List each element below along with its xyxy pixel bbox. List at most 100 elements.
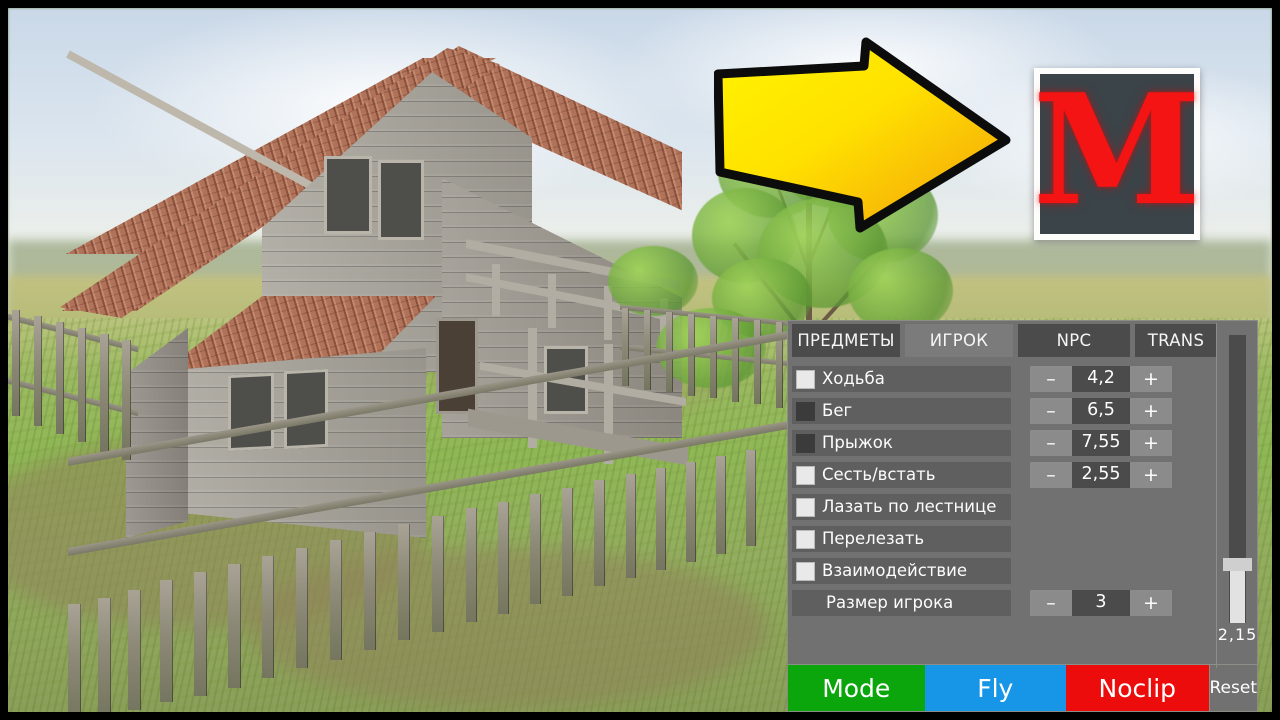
tab-label: ПРЕДМЕТЫ — [797, 331, 895, 350]
increment-button[interactable]: + — [1130, 590, 1172, 616]
fence-pale — [686, 462, 696, 562]
fence-pale — [78, 328, 86, 442]
row-text: Прыжок — [822, 432, 893, 452]
fence-pale — [746, 450, 756, 546]
increment-button[interactable]: + — [1130, 398, 1172, 424]
row-text: Взаимодействие — [822, 560, 968, 580]
fence-pale — [656, 468, 666, 570]
fence-pale — [594, 480, 605, 586]
row-label-crouch[interactable]: Сесть/встать — [792, 462, 1011, 488]
fly-button[interactable]: Fly — [924, 665, 1067, 711]
row-label-ladder[interactable]: Лазать по лестнице — [792, 494, 1011, 520]
row-label-climb[interactable]: Перелезать — [792, 526, 1011, 552]
increment-button[interactable]: + — [1130, 430, 1172, 456]
fence-pale — [262, 556, 274, 678]
fence-pale — [466, 508, 477, 622]
right-arrow-annotation — [714, 36, 1014, 236]
setting-row-interaction: Взаимодействие – + — [792, 557, 1209, 585]
fence-pale — [98, 598, 111, 712]
game-viewport: M ПРЕДМЕТЫ ИГРОК NPC TRANS Ходьба – 4,2 … — [8, 8, 1272, 712]
row-label-jump[interactable]: Прыжок — [792, 430, 1011, 456]
fence-pale — [228, 564, 241, 688]
decrement-button[interactable]: – — [1030, 430, 1072, 456]
tab-trans[interactable]: TRANS — [1135, 324, 1217, 357]
checkbox-placeholder — [800, 594, 819, 613]
mode-button[interactable]: Mode — [788, 665, 925, 711]
tab-label: ИГРОК — [929, 331, 989, 350]
vertical-slider[interactable]: 2,15 — [1216, 323, 1257, 668]
fence-pale — [732, 318, 739, 402]
row-label-player-size[interactable]: Размер игрока — [792, 590, 1011, 616]
balcony-post — [548, 274, 556, 328]
tab-predmety[interactable]: ПРЕДМЕТЫ — [792, 324, 900, 357]
fence-pale — [364, 532, 376, 650]
decrement-button[interactable]: – — [1030, 462, 1072, 488]
decrement-button[interactable]: – — [1030, 366, 1072, 392]
checkbox-run[interactable] — [796, 401, 815, 421]
attic-window — [378, 160, 424, 240]
attic-window — [324, 156, 372, 234]
row-label-interaction[interactable]: Взаимодействие — [792, 558, 1011, 584]
setting-row-player-size: Размер игрока – 3 + — [792, 589, 1209, 617]
checkbox-crouch[interactable] — [796, 465, 815, 485]
action-bar: Mode Fly Noclip Reset — [788, 664, 1257, 711]
tab-igrok[interactable]: ИГРОК — [905, 324, 1013, 357]
value-display: 2,55 — [1072, 462, 1130, 488]
slider-handle[interactable] — [1223, 558, 1252, 571]
value-display: 4,2 — [1072, 366, 1130, 392]
game-menu-panel: ПРЕДМЕТЫ ИГРОК NPC TRANS Ходьба – 4,2 + … — [787, 320, 1258, 712]
checkbox-interaction[interactable] — [796, 561, 815, 581]
stepper-jump: – 7,55 + — [1030, 430, 1172, 456]
fence-pale — [644, 310, 651, 390]
panel-body: ПРЕДМЕТЫ ИГРОК NPC TRANS Ходьба – 4,2 + … — [788, 321, 1257, 668]
fence-pale — [398, 524, 410, 640]
fence-pale — [56, 322, 64, 434]
setting-row-ladder: Лазать по лестнице – + — [792, 493, 1209, 521]
reset-button[interactable]: Reset — [1208, 665, 1257, 711]
checkbox-ladder[interactable] — [796, 497, 815, 517]
setting-row-crouch: Сесть/встать – 2,55 + — [792, 461, 1209, 489]
checkbox-walk[interactable] — [796, 369, 815, 389]
tab-bar: ПРЕДМЕТЫ ИГРОК NPC TRANS — [788, 321, 1217, 359]
stepper-player-size: – 3 + — [1030, 590, 1172, 616]
value-display: 3 — [1072, 590, 1130, 616]
fence-rail — [8, 377, 138, 417]
m-logo-letter: M — [1032, 59, 1202, 239]
fence-pale — [68, 604, 81, 712]
fence-pale — [128, 590, 141, 710]
decrement-button[interactable]: – — [1030, 398, 1072, 424]
row-text: Сесть/встать — [822, 464, 936, 484]
row-text: Перелезать — [822, 528, 925, 548]
setting-row-climb: Перелезать – + — [792, 525, 1209, 553]
fence-pale — [498, 502, 509, 614]
checkbox-jump[interactable] — [796, 433, 815, 453]
setting-row-jump: Прыжок – 7,55 + — [792, 429, 1209, 457]
fence-pale — [754, 320, 761, 404]
tab-npc[interactable]: NPC — [1018, 324, 1130, 357]
stepper-crouch: – 2,55 + — [1030, 462, 1172, 488]
fence-pale — [194, 572, 207, 696]
row-text: Лазать по лестнице — [822, 496, 997, 516]
fence-pale — [710, 316, 717, 398]
row-label-run[interactable]: Бег — [792, 398, 1011, 424]
checkbox-climb[interactable] — [796, 529, 815, 549]
stepper-run: – 6,5 + — [1030, 398, 1172, 424]
stepper-walk: – 4,2 + — [1030, 366, 1172, 392]
value-display: 6,5 — [1072, 398, 1130, 424]
fence-pale — [330, 540, 342, 660]
row-label-walk[interactable]: Ходьба — [792, 366, 1011, 392]
slider-value-label: 2,15 — [1217, 625, 1258, 644]
row-text: Бег — [822, 400, 853, 420]
decrement-button[interactable]: – — [1030, 590, 1072, 616]
m-logo-inner: M — [1033, 73, 1201, 234]
fence-pale — [716, 456, 726, 554]
tab-label: NPC — [1056, 331, 1092, 350]
fence-pale — [626, 474, 636, 578]
m-logo-badge: M — [1033, 68, 1201, 240]
noclip-button[interactable]: Noclip — [1066, 665, 1209, 711]
slider-fill — [1230, 566, 1245, 623]
increment-button[interactable]: + — [1130, 462, 1172, 488]
arrow-icon — [714, 37, 1011, 233]
increment-button[interactable]: + — [1130, 366, 1172, 392]
balcony-post — [492, 264, 500, 316]
